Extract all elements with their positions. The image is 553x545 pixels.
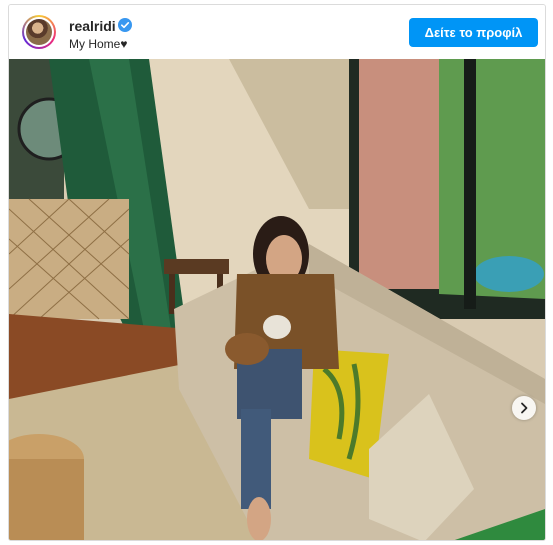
post-photo[interactable]: [9, 59, 545, 540]
avatar[interactable]: [22, 15, 56, 49]
photo-scene: [9, 59, 545, 540]
location-link[interactable]: My Home♥: [69, 37, 127, 51]
instagram-post-embed: realridi My Home♥ Δείτε το προφίλ: [8, 4, 546, 541]
post-header: realridi My Home♥ Δείτε το προφίλ: [9, 5, 545, 59]
next-photo-button[interactable]: [512, 396, 536, 420]
username[interactable]: realridi: [69, 18, 116, 34]
view-profile-button[interactable]: Δείτε το προφίλ: [409, 18, 538, 47]
avatar-inner: [24, 17, 54, 47]
verified-badge-icon: [118, 18, 132, 32]
avatar-image: [26, 19, 52, 45]
chevron-right-icon: [521, 402, 528, 414]
